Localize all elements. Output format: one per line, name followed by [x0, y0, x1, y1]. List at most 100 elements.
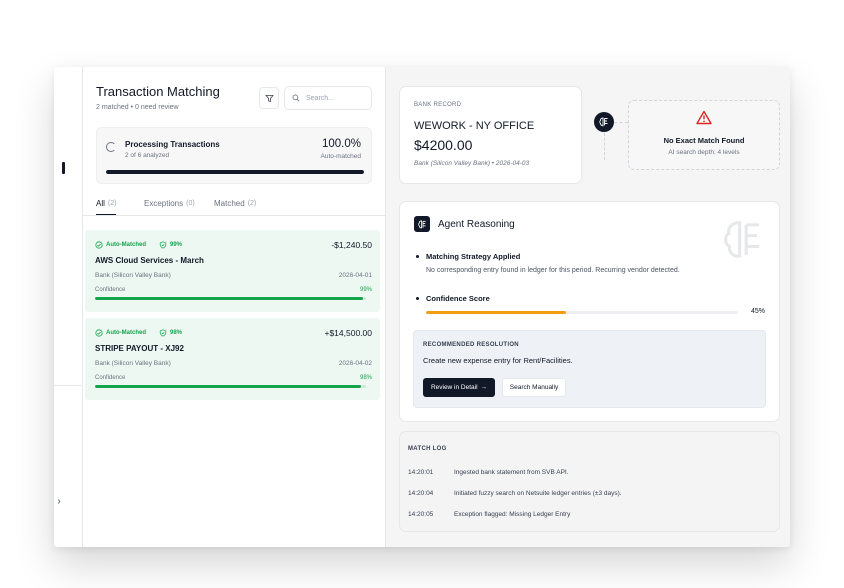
confidence-bar — [95, 297, 366, 300]
strategy-description: No corresponding entry found in ledger f… — [426, 267, 680, 274]
log-text: Initiated fuzzy search on Netsuite ledge… — [454, 490, 622, 497]
confidence-percent: 99% — [359, 287, 372, 293]
processing-progress-bar — [106, 170, 364, 174]
recommendation-text: Create new expense entry for Rent/Facili… — [423, 356, 573, 365]
button-label: Search Manually — [509, 384, 559, 391]
check-circle-icon — [95, 241, 103, 249]
connector-line — [614, 122, 628, 123]
log-entry: 14:20:04 Initiated fuzzy search on Netsu… — [408, 490, 622, 497]
transaction-date: 2026-04-01 — [338, 272, 372, 279]
search-placeholder: Search... — [306, 94, 335, 102]
arrow-right-icon: → — [480, 384, 488, 391]
transaction-bank: Bank (Silicon Valley Bank) — [95, 272, 171, 279]
confidence-score-percent: 45% — [750, 308, 765, 315]
log-text: Exception flagged: Missing Ledger Entry — [454, 511, 571, 518]
bullet — [416, 297, 419, 300]
agent-reasoning-card: Agent Reasoning Matching Strategy Applie… — [399, 201, 780, 422]
tab-matched[interactable]: Matched (2) — [214, 191, 256, 215]
bank-record-meta: Bank (Silicon Valley Bank) • 2026-04-03 — [414, 160, 530, 167]
brain-watermark-icon — [724, 221, 760, 258]
confidence-percent: 98% — [359, 375, 372, 381]
confidence-label: Confidence — [95, 287, 126, 293]
shield-check-icon — [159, 241, 167, 249]
confidence-bar — [95, 385, 366, 388]
rail-divider — [54, 385, 83, 386]
no-match-card: No Exact Match Found AI search depth: 4 … — [628, 100, 780, 170]
expand-sidebar-button[interactable]: › — [54, 485, 64, 517]
transaction-amount: -$1,240.50 — [331, 240, 372, 250]
status-text: Auto-Matched — [106, 242, 146, 248]
app-window: › Transaction Matching 2 matched • 0 nee… — [54, 67, 790, 547]
transaction-bank: Bank (Silicon Valley Bank) — [95, 360, 171, 367]
button-label: Review in Detail — [430, 384, 478, 391]
search-manually-button[interactable]: Search Manually — [502, 378, 566, 397]
confidence-score-bar — [426, 311, 738, 314]
log-time: 14:20:04 — [408, 490, 434, 497]
processing-percent-label: Auto-matched — [320, 153, 361, 160]
filter-button[interactable] — [259, 87, 279, 109]
log-entry: 14:20:01 Ingested bank statement from SV… — [408, 469, 569, 476]
tab-label: Exceptions — [144, 198, 184, 208]
confidence-score-fill — [426, 311, 567, 314]
tab-exceptions[interactable]: Exceptions (0) — [144, 191, 195, 215]
match-log-title: MATCH LOG — [408, 446, 447, 452]
confidence-fill — [95, 385, 361, 388]
status-badge: Auto-Matched — [95, 329, 146, 337]
spinner-icon — [106, 142, 116, 152]
confidence-label: Confidence — [95, 375, 126, 381]
ai-agent-node — [594, 112, 614, 132]
tab-count: (0) — [186, 199, 195, 207]
bank-record-label: BANK RECORD — [414, 102, 462, 108]
transaction-date: 2026-04-02 — [338, 360, 372, 367]
confidence-badge-text: 99% — [170, 242, 183, 248]
transaction-card[interactable]: Auto-Matched 98% +$14,500.00 STRIPE PAYO… — [85, 318, 380, 400]
log-time: 14:20:01 — [408, 469, 434, 476]
confidence-fill — [95, 297, 364, 300]
shield-check-icon — [159, 329, 167, 337]
filter-tabs: All (2) Exceptions (0) Matched (2) — [96, 191, 386, 216]
recommendation-label: RECOMMENDED RESOLUTION — [423, 342, 519, 348]
warning-triangle-icon — [696, 110, 712, 125]
chevron-right-icon: › — [57, 495, 61, 507]
match-summary: 2 matched • 0 need review — [96, 104, 179, 111]
processing-title: Processing Transactions — [125, 140, 220, 149]
brain-icon — [414, 216, 430, 232]
transaction-name: STRIPE PAYOUT - XJ92 — [95, 344, 184, 353]
tab-all[interactable]: All (2) — [96, 191, 117, 216]
confidence-badge: 99% — [159, 241, 182, 249]
match-log-card: MATCH LOG 14:20:01 Ingested bank stateme… — [399, 431, 780, 532]
search-input[interactable]: Search... — [284, 86, 372, 110]
no-match-title: No Exact Match Found — [663, 136, 745, 145]
processing-percent: 100.0% — [321, 138, 361, 150]
tab-label: All — [96, 198, 105, 208]
search-depth-text: AI search depth: 4 levels — [668, 149, 740, 156]
processing-card: Processing Transactions 2 of 6 analyzed … — [96, 127, 372, 184]
confidence-badge-text: 98% — [170, 330, 183, 336]
bank-record-amount: $4200.00 — [414, 137, 473, 153]
connector-line — [604, 133, 605, 160]
side-rail — [54, 67, 83, 547]
transaction-card[interactable]: Auto-Matched 99% -$1,240.50 AWS Cloud Se… — [85, 230, 380, 312]
review-in-detail-button[interactable]: Review in Detail → — [423, 378, 495, 397]
recommended-resolution: RECOMMENDED RESOLUTION Create new expens… — [413, 330, 766, 408]
page-title: Transaction Matching — [96, 84, 220, 99]
transactions-panel: Transaction Matching 2 matched • 0 need … — [83, 67, 386, 547]
log-text: Ingested bank statement from SVB API. — [454, 469, 569, 476]
processing-progress-fill — [106, 170, 364, 174]
filter-icon — [264, 94, 274, 102]
bank-record-name: WEWORK - NY OFFICE — [414, 120, 535, 132]
transaction-name: AWS Cloud Services - March — [95, 256, 204, 265]
tab-label: Matched — [214, 198, 245, 208]
processing-subtitle: 2 of 6 analyzed — [125, 152, 170, 159]
tab-count: (2) — [107, 199, 117, 207]
transaction-amount: +$14,500.00 — [324, 328, 372, 338]
check-circle-icon — [95, 329, 103, 337]
rail-active-marker — [62, 162, 65, 174]
bullet — [416, 255, 419, 258]
confidence-score-title: Confidence Score — [426, 294, 490, 303]
status-badge: Auto-Matched — [95, 241, 146, 249]
strategy-title: Matching Strategy Applied — [426, 252, 521, 261]
confidence-badge: 98% — [159, 329, 182, 337]
tab-count: (2) — [247, 199, 257, 207]
tabs-divider — [83, 215, 386, 216]
